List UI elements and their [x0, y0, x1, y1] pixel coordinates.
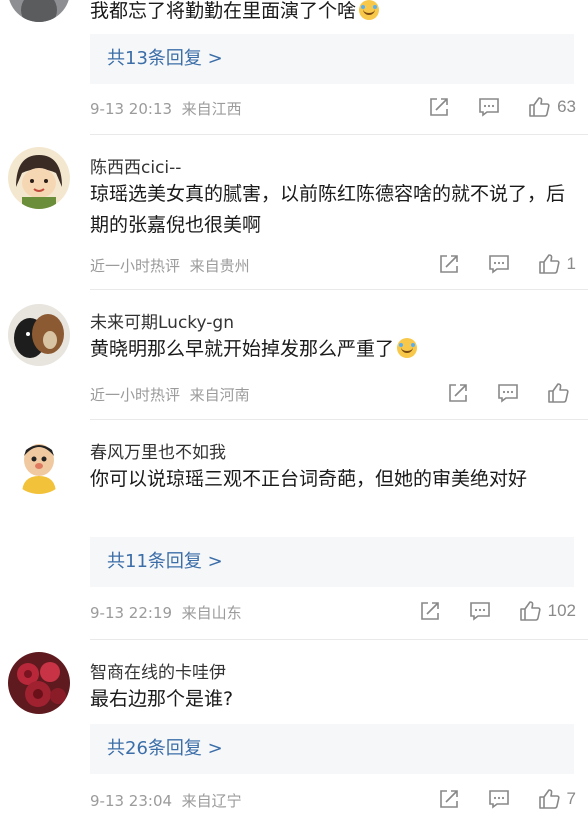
comment-button[interactable] — [497, 382, 519, 404]
like-button[interactable]: 102 — [519, 600, 576, 622]
avatar[interactable] — [8, 652, 70, 714]
comment-location: 来自河南 — [189, 386, 250, 404]
comment-button[interactable] — [478, 96, 500, 118]
view-replies-button[interactable]: 共26条回复 > — [90, 724, 574, 774]
laugh-cry-emoji-icon — [397, 338, 418, 358]
share-button[interactable] — [419, 600, 441, 622]
comment-text: 琼瑶选美女真的腻害，以前陈红陈德容啥的就不说了，后期的张嘉倪也很美啊 — [90, 183, 566, 236]
comment-icon — [488, 790, 509, 809]
like-count: 63 — [557, 97, 576, 116]
comment-button[interactable] — [488, 788, 510, 810]
share-icon — [439, 790, 458, 808]
comment-text: 你可以说琼瑶三观不正台词奇葩，但她的审美绝对好 — [90, 468, 528, 490]
thumbs-up-icon — [529, 97, 550, 117]
comment-item: 春风万里也不如我 你可以说琼瑶三观不正台词奇葩，但她的审美绝对好 共11条回复 … — [0, 420, 588, 640]
share-icon — [449, 384, 467, 402]
comment-actions: 102 — [391, 600, 576, 622]
thumbs-up-icon — [538, 254, 560, 274]
share-button[interactable] — [438, 788, 460, 810]
comment-icon — [469, 602, 490, 621]
username[interactable]: 智商在线的卡哇伊 — [90, 658, 226, 683]
comment-time: 近一小时热评 — [90, 386, 181, 404]
share-icon — [439, 255, 458, 273]
like-button[interactable]: 7 — [538, 788, 576, 810]
comment-actions: 7 — [410, 788, 576, 810]
comment-text: 我都忘了将勤勤在里面演了个啥 — [90, 0, 570, 27]
thumbs-up-icon — [538, 789, 560, 809]
username[interactable]: 春风万里也不如我 — [90, 438, 226, 463]
avatar[interactable] — [8, 432, 70, 494]
share-button[interactable] — [428, 96, 450, 118]
comment-icon — [479, 98, 499, 117]
comment-location: 来自山东 — [181, 604, 242, 622]
comment-location: 来自江西 — [181, 100, 242, 118]
share-icon — [430, 98, 448, 116]
comment-item: 我都忘了将勤勤在里面演了个啥 共13条回复 > 9-13 20:13 来自江西 … — [0, 0, 588, 135]
avatar[interactable] — [8, 304, 70, 366]
thumbs-up-icon — [548, 383, 569, 403]
comment-actions — [419, 382, 576, 404]
comment-meta: 9-13 23:04 来自辽宁 — [90, 790, 242, 811]
comment-meta: 近一小时热评 来自贵州 — [90, 255, 250, 276]
comment-meta: 9-13 22:19 来自山东 — [90, 602, 242, 623]
like-button[interactable] — [547, 382, 576, 404]
like-button[interactable]: 63 — [528, 96, 576, 118]
comment-actions: 63 — [400, 96, 576, 118]
comment-icon — [498, 384, 518, 403]
like-count: 1 — [566, 254, 576, 273]
comment-time: 9-13 22:19 — [90, 604, 173, 622]
share-button[interactable] — [438, 253, 460, 275]
comment-button[interactable] — [488, 253, 510, 275]
like-button[interactable]: 1 — [538, 253, 576, 275]
share-icon — [420, 602, 439, 620]
comment-item: 陈西西cici-- 琼瑶选美女真的腻害，以前陈红陈德容啥的就不说了，后期的张嘉倪… — [0, 135, 588, 290]
comment-actions: 1 — [410, 253, 576, 275]
comment-time: 9-13 23:04 — [90, 792, 173, 810]
like-count: 7 — [566, 789, 576, 808]
comment-text: 最右边那个是谁? — [90, 688, 234, 710]
username[interactable]: 未来可期Lucky-gn — [90, 308, 234, 333]
share-button[interactable] — [447, 382, 469, 404]
comment-meta: 近一小时热评 来自河南 — [90, 384, 250, 405]
thumbs-up-icon — [519, 601, 541, 621]
view-replies-button[interactable]: 共11条回复 > — [90, 537, 574, 587]
comment-location: 来自贵州 — [189, 257, 250, 275]
comment-icon — [488, 255, 509, 274]
like-count: 102 — [547, 601, 576, 620]
avatar[interactable] — [8, 0, 70, 22]
comment-meta: 9-13 20:13 来自江西 — [90, 98, 242, 119]
view-replies-button[interactable]: 共13条回复 > — [90, 34, 574, 84]
comment-button[interactable] — [469, 600, 491, 622]
avatar[interactable] — [8, 147, 70, 209]
username[interactable]: 陈西西cici-- — [90, 153, 181, 178]
laugh-cry-emoji-icon — [359, 0, 380, 20]
comment-item: 未来可期Lucky-gn 黄晓明那么早就开始掉发那么严重了 近一小时热评 来自河… — [0, 290, 588, 420]
comment-location: 来自辽宁 — [181, 792, 242, 810]
comment-item: 智商在线的卡哇伊 最右边那个是谁? 共26条回复 > 9-13 23:04 来自… — [0, 640, 588, 820]
comment-time: 9-13 20:13 — [90, 100, 173, 118]
comment-text: 黄晓明那么早就开始掉发那么严重了 — [90, 334, 570, 365]
comment-time: 近一小时热评 — [90, 257, 181, 275]
